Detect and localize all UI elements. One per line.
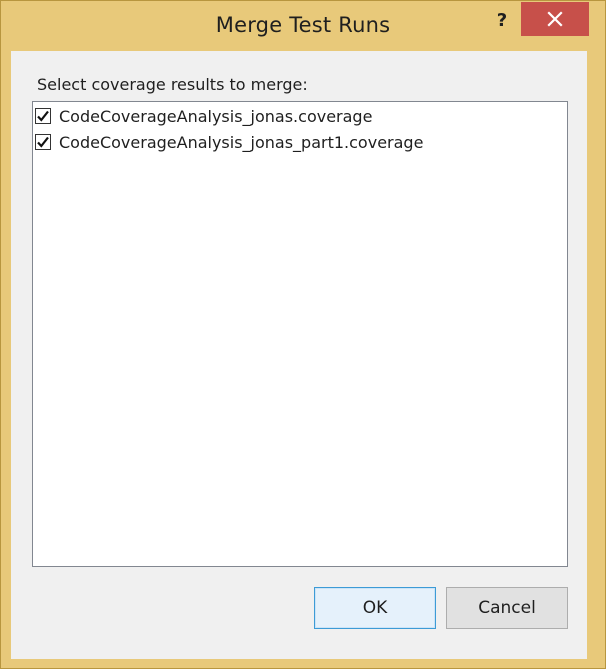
close-icon bbox=[547, 11, 563, 27]
cancel-button[interactable]: Cancel bbox=[446, 587, 568, 629]
ok-button[interactable]: OK bbox=[314, 587, 436, 629]
title-bar[interactable]: Merge Test Runs ? bbox=[1, 1, 605, 51]
coverage-results-list[interactable]: CodeCoverageAnalysis_jonas.coverage Code… bbox=[32, 101, 568, 567]
checkmark-icon bbox=[37, 136, 49, 148]
list-item[interactable]: CodeCoverageAnalysis_jonas.coverage bbox=[35, 104, 372, 128]
dialog-window: Merge Test Runs ? Select coverage result… bbox=[0, 0, 606, 669]
dialog-content: Select coverage results to merge: CodeCo… bbox=[11, 51, 587, 659]
checkmark-icon bbox=[37, 110, 49, 122]
item-checkbox[interactable] bbox=[35, 134, 51, 150]
item-checkbox[interactable] bbox=[35, 108, 51, 124]
list-item[interactable]: CodeCoverageAnalysis_jonas_part1.coverag… bbox=[35, 130, 423, 154]
close-button[interactable] bbox=[521, 2, 589, 36]
prompt-label: Select coverage results to merge: bbox=[37, 75, 308, 94]
help-button[interactable]: ? bbox=[487, 5, 517, 35]
item-label: CodeCoverageAnalysis_jonas_part1.coverag… bbox=[59, 132, 424, 152]
item-label: CodeCoverageAnalysis_jonas.coverage bbox=[59, 106, 373, 126]
